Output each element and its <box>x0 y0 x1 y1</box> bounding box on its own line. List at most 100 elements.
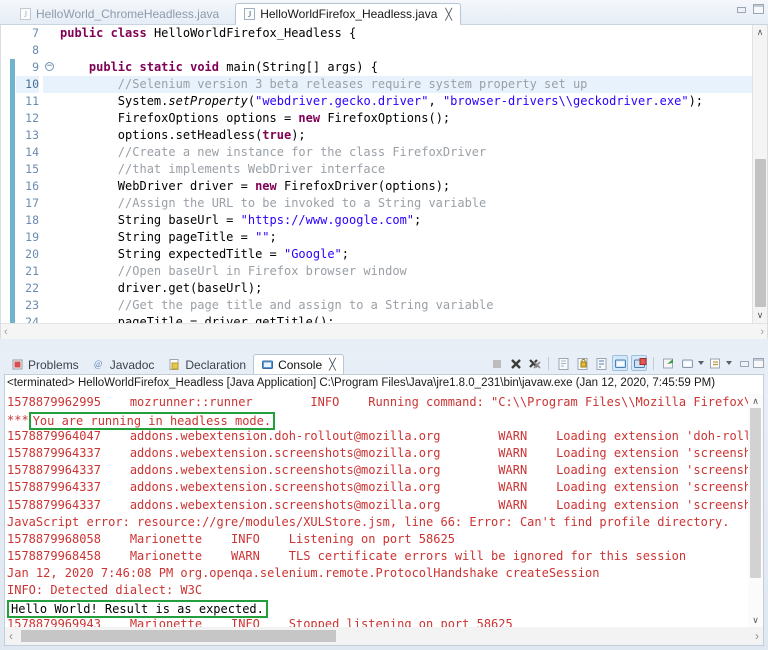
console-toolbar <box>488 355 764 371</box>
code-editor-area: 78910111213141516171819202122232425 − pu… <box>0 25 768 339</box>
code-line[interactable]: //Create a new instance for the class Fi… <box>56 144 752 161</box>
code-line[interactable]: FirefoxOptions options = new FirefoxOpti… <box>56 110 752 127</box>
console-log-output[interactable]: 1578879962995 mozrunner::runner INFO Run… <box>5 394 748 627</box>
word-wrap-button[interactable] <box>593 355 609 371</box>
line-number: 14 <box>25 145 39 159</box>
code-line[interactable]: pageTitle = driver.getTitle(); <box>56 314 752 323</box>
tab-problems[interactable]: Problems <box>4 354 86 375</box>
line-number: 8 <box>32 43 39 57</box>
line-number: 12 <box>25 111 39 125</box>
line-number: 18 <box>25 213 39 227</box>
line-number: 13 <box>25 128 39 142</box>
maximize-icon[interactable] <box>753 4 764 14</box>
code-line[interactable]: public static void main(String[] args) { <box>56 59 752 76</box>
code-line[interactable]: String pageTitle = ""; <box>56 229 752 246</box>
close-icon[interactable]: ╳ <box>329 358 336 371</box>
bottom-panel: Problems @ Javadoc Declaration Console ╳ <box>0 350 768 650</box>
tab-console[interactable]: Console ╳ <box>253 354 344 375</box>
code-line[interactable]: options.setHeadless(true); <box>56 127 752 144</box>
editor-marker-column[interactable] <box>1 25 16 323</box>
tab-declaration[interactable]: Declaration <box>161 354 253 375</box>
scroll-down-icon[interactable]: ∨ <box>748 613 763 627</box>
console-view[interactable]: <terminated> HelloWorldFirefox_Headless … <box>4 374 764 646</box>
code-line[interactable]: //Open baseUrl in Firefox browser window <box>56 263 752 280</box>
minimize-icon[interactable] <box>736 4 747 14</box>
line-number: 23 <box>25 298 39 312</box>
fold-spacer <box>43 76 56 93</box>
scroll-right-icon[interactable]: › <box>760 326 764 338</box>
code-line[interactable]: WebDriver driver = new FirefoxDriver(opt… <box>56 178 752 195</box>
javadoc-icon: @ <box>93 358 106 371</box>
line-number: 24 <box>25 315 39 323</box>
scroll-right-icon[interactable]: › <box>755 629 759 643</box>
chevron-down-icon[interactable] <box>726 361 732 365</box>
scroll-up-icon[interactable]: ∧ <box>748 394 763 408</box>
remove-launch-button[interactable] <box>507 355 523 371</box>
code-line[interactable]: driver.get(baseUrl); <box>56 280 752 297</box>
minimize-panel-icon[interactable] <box>739 358 750 368</box>
line-number-gutter: 78910111213141516171819202122232425 <box>16 25 43 323</box>
code-editor[interactable]: 78910111213141516171819202122232425 − pu… <box>1 25 752 323</box>
show-console-on-error-button[interactable] <box>631 355 647 371</box>
scroll-down-icon[interactable]: ∨ <box>753 308 767 323</box>
code-line[interactable]: String baseUrl = "https://www.google.com… <box>56 212 752 229</box>
scroll-up-icon[interactable]: ∧ <box>753 25 767 40</box>
eclipse-ide-window: J HelloWorld_ChromeHeadless.java J Hello… <box>0 0 768 650</box>
line-number: 7 <box>32 26 39 40</box>
tab-label: Console <box>278 357 323 372</box>
console-vscroll-thumb[interactable] <box>750 408 761 578</box>
maximize-panel-icon[interactable] <box>753 358 764 368</box>
editor-tab-label: HelloWorldFirefox_Headless.java <box>260 7 438 21</box>
panel-tab-bar: Problems @ Javadoc Declaration Console ╳ <box>0 350 768 375</box>
code-line[interactable]: public class HelloWorldFirefox_Headless … <box>56 25 752 42</box>
line-number: 11 <box>25 94 39 108</box>
code-line[interactable]: String expectedTitle = "Google"; <box>56 246 752 263</box>
scroll-left-icon[interactable]: ‹ <box>4 326 8 338</box>
open-console-button[interactable] <box>707 355 723 371</box>
code-line[interactable]: System.setProperty("webdriver.gecko.driv… <box>56 93 752 110</box>
terminate-button[interactable] <box>488 355 504 371</box>
close-icon[interactable]: ╳ <box>445 8 452 21</box>
clear-console-button[interactable] <box>555 355 571 371</box>
code-line[interactable]: //Assign the URL to be invoked to a Stri… <box>56 195 752 212</box>
code-folding-column[interactable]: − <box>43 25 56 323</box>
svg-text:@: @ <box>94 359 102 369</box>
editor-vertical-scrollbar[interactable]: ∧ ∨ <box>752 25 767 323</box>
remove-all-terminated-button[interactable] <box>526 355 542 371</box>
console-vertical-scrollbar[interactable]: ∧ ∨ <box>748 394 763 627</box>
editor-tab-helloworldfirefox-headless[interactable]: J HelloWorldFirefox_Headless.java ╳ <box>235 3 462 25</box>
show-console-on-output-button[interactable] <box>612 355 628 371</box>
tab-javadoc[interactable]: @ Javadoc <box>86 354 162 375</box>
scroll-left-icon[interactable]: ‹ <box>9 629 13 643</box>
lock-scroll-button[interactable] <box>574 355 590 371</box>
editor-horizontal-scrollbar[interactable]: ‹ › <box>1 323 767 339</box>
line-number: 21 <box>25 264 39 278</box>
code-line[interactable]: //Get the page title and assign to a Str… <box>56 297 752 314</box>
console-log-line: *** You are running in headless mode. <box>7 411 748 431</box>
java-file-icon: J <box>244 8 256 20</box>
fold-collapse-icon[interactable]: − <box>43 59 56 76</box>
code-content[interactable]: public class HelloWorldFirefox_Headless … <box>56 25 752 323</box>
line-number: 17 <box>25 196 39 210</box>
console-horizontal-scrollbar[interactable]: ‹ › <box>5 627 763 645</box>
code-line[interactable]: //that implements WebDriver interface <box>56 161 752 178</box>
display-selected-console-button[interactable] <box>679 355 695 371</box>
editor-tab-bar: J HelloWorld_ChromeHeadless.java J Hello… <box>0 0 768 25</box>
editor-tab-helloworld-chromeheadless[interactable]: J HelloWorld_ChromeHeadless.java <box>12 3 227 25</box>
console-terminated-header: <terminated> HelloWorldFirefox_Headless … <box>7 377 716 389</box>
code-line[interactable]: //Selenium version 3 beta releases requi… <box>56 76 752 93</box>
code-line[interactable] <box>56 42 752 59</box>
tab-label: Problems <box>28 357 79 372</box>
chevron-down-icon[interactable] <box>698 361 704 365</box>
editor-vscroll-thumb[interactable] <box>755 159 766 307</box>
console-hscroll-thumb[interactable] <box>21 630 336 642</box>
pin-console-button[interactable] <box>660 355 676 371</box>
